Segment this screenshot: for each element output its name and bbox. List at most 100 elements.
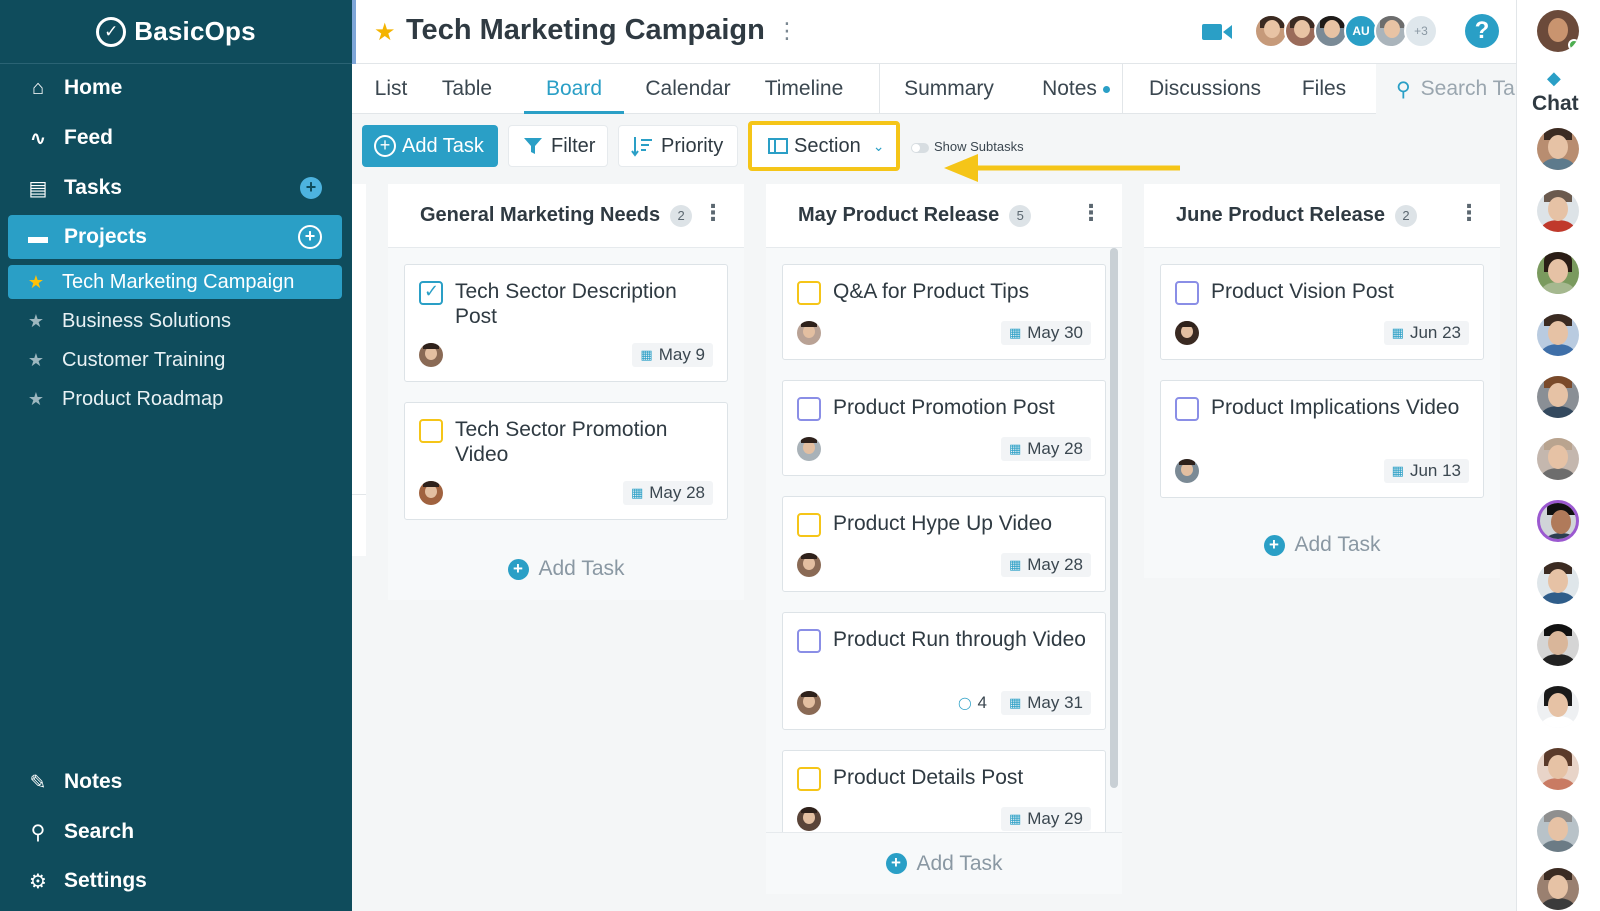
tab-timeline[interactable]: Timeline [756,64,852,114]
task-card[interactable]: Product Vision Post ▦ Jun 23 [1160,264,1484,360]
assignee-avatar[interactable] [797,321,821,345]
task-checkbox[interactable] [797,397,821,421]
tab-notes[interactable]: Notes [1036,64,1116,114]
more-members-badge[interactable]: +3 [1404,14,1438,48]
column-header[interactable]: General Marketing Needs 2 ⋮ [388,184,744,248]
task-card[interactable]: Tech Sector Description Post ▦ May 9 [404,264,728,382]
chat-user-avatar[interactable] [1537,748,1579,790]
due-date[interactable]: ▦ May 28 [1000,553,1091,577]
task-card[interactable]: Product Implications Video ▦ Jun 13 [1160,380,1484,498]
tab-discussions[interactable]: Discussions [1146,64,1264,114]
add-task-plus-icon[interactable]: + [300,177,322,199]
task-checkbox[interactable] [797,767,821,791]
add-task-row[interactable]: + Add Task [388,538,744,600]
column-menu-icon[interactable]: ⋮ [1080,200,1102,226]
assignee-avatar[interactable] [419,343,443,367]
search-tasks-input[interactable]: ⚲ Search Ta [1376,64,1516,114]
project-item-tech-marketing[interactable]: ★ Tech Marketing Campaign [8,265,342,299]
due-date[interactable]: ▦ Jun 23 [1383,321,1469,345]
add-task-button[interactable]: + Add Task [362,125,498,167]
avatar[interactable] [1284,14,1318,48]
task-card[interactable]: Product Hype Up Video ▦ May 28 [782,496,1106,592]
nav-feed[interactable]: ∿ Feed [8,116,342,160]
chat-user-avatar[interactable] [1537,868,1579,910]
assignee-avatar[interactable] [1175,321,1199,345]
task-checkbox[interactable] [797,281,821,305]
tab-calendar[interactable]: Calendar [642,64,734,114]
assignee-avatar[interactable] [1175,459,1199,483]
nav-home[interactable]: ⌂ Home [8,66,342,110]
project-menu-icon[interactable]: ⋮ [776,18,798,44]
add-task-row[interactable]: + Add Task [1144,514,1500,576]
project-item-product-roadmap[interactable]: ★ Product Roadmap [8,382,342,416]
current-user-avatar[interactable] [1537,10,1579,52]
chat-user-avatar[interactable] [1537,562,1579,604]
chat-user-avatar[interactable] [1537,438,1579,480]
task-card[interactable]: Q&A for Product Tips ▦ May 30 [782,264,1106,360]
chat-user-avatar[interactable] [1537,624,1579,666]
task-checkbox[interactable] [419,419,443,443]
show-subtasks-toggle[interactable] [911,143,929,153]
column-header[interactable]: June Product Release 2 ⋮ [1144,184,1500,248]
chat-label[interactable]: Chat [1532,92,1579,116]
due-date[interactable]: ▦ May 28 [1000,437,1091,461]
filter-button[interactable]: Filter [508,125,608,167]
task-checkbox[interactable] [419,281,443,305]
comment-count[interactable]: ◯ 4 [958,691,987,715]
video-call-icon[interactable] [1202,22,1232,42]
task-checkbox[interactable] [1175,281,1199,305]
assignee-avatar[interactable] [797,437,821,461]
task-card[interactable]: Tech Sector Promotion Video ▦ May 28 [404,402,728,520]
tab-table[interactable]: Table [438,64,496,114]
logo[interactable]: ✓ BasicOps [0,0,352,64]
due-date[interactable]: ▦ Jun 13 [1383,459,1469,483]
avatar[interactable] [1254,14,1288,48]
due-date[interactable]: ▦ May 29 [1000,807,1091,831]
assignee-avatar[interactable] [797,807,821,831]
column-header[interactable]: May Product Release 5 ⋮ [766,184,1122,248]
nav-settings[interactable]: ⚙ Settings [8,859,342,903]
chat-bubbles-icon[interactable]: ◆ [1547,68,1561,89]
column-menu-icon[interactable]: ⋮ [702,200,724,226]
project-item-business-solutions[interactable]: ★ Business Solutions [8,304,342,338]
chat-user-avatar[interactable] [1537,314,1579,356]
task-checkbox[interactable] [797,629,821,653]
task-checkbox[interactable] [797,513,821,537]
nav-search[interactable]: ⚲ Search [8,810,342,854]
chat-user-avatar[interactable] [1537,686,1579,728]
nav-notes[interactable]: ✎ Notes [8,760,342,804]
due-date[interactable]: ▦ May 30 [1000,321,1091,345]
chat-user-avatar[interactable] [1537,190,1579,232]
scrollbar-thumb[interactable] [1110,248,1118,788]
tab-files[interactable]: Files [1300,64,1348,114]
chat-user-avatar[interactable] [1537,128,1579,170]
assignee-avatar[interactable] [797,553,821,577]
priority-sort-button[interactable]: Priority [618,125,738,167]
add-task-row[interactable]: + Add Task [766,832,1122,894]
member-avatars[interactable]: AU +3 [1254,14,1438,48]
nav-tasks[interactable]: ▤ Tasks + [8,166,342,210]
tab-list[interactable]: List [366,64,416,114]
column-menu-icon[interactable]: ⋮ [1458,200,1480,226]
chat-user-avatar[interactable] [1537,810,1579,852]
chat-user-avatar[interactable] [1537,500,1579,542]
due-date[interactable]: ▦ May 31 [1000,691,1091,715]
task-checkbox[interactable] [1175,397,1199,421]
tab-board[interactable]: Board [524,64,624,114]
help-icon[interactable]: ? [1465,14,1499,48]
avatar-initials[interactable]: AU [1344,14,1378,48]
assignee-avatar[interactable] [797,691,821,715]
task-card[interactable]: Product Run through Video ◯ 4 ▦ May 31 [782,612,1106,730]
avatar[interactable] [1314,14,1348,48]
chat-user-avatar[interactable] [1537,252,1579,294]
add-project-plus-icon[interactable]: + [298,225,322,249]
task-card[interactable]: Product Promotion Post ▦ May 28 [782,380,1106,476]
tab-summary[interactable]: Summary [900,64,998,114]
avatar[interactable] [1374,14,1408,48]
due-date[interactable]: ▦ May 9 [632,343,713,367]
assignee-avatar[interactable] [419,481,443,505]
due-date[interactable]: ▦ May 28 [622,481,713,505]
nav-projects[interactable]: ▬ Projects + [8,215,342,259]
favorite-star-icon[interactable]: ★ [374,18,396,47]
project-item-customer-training[interactable]: ★ Customer Training [8,343,342,377]
